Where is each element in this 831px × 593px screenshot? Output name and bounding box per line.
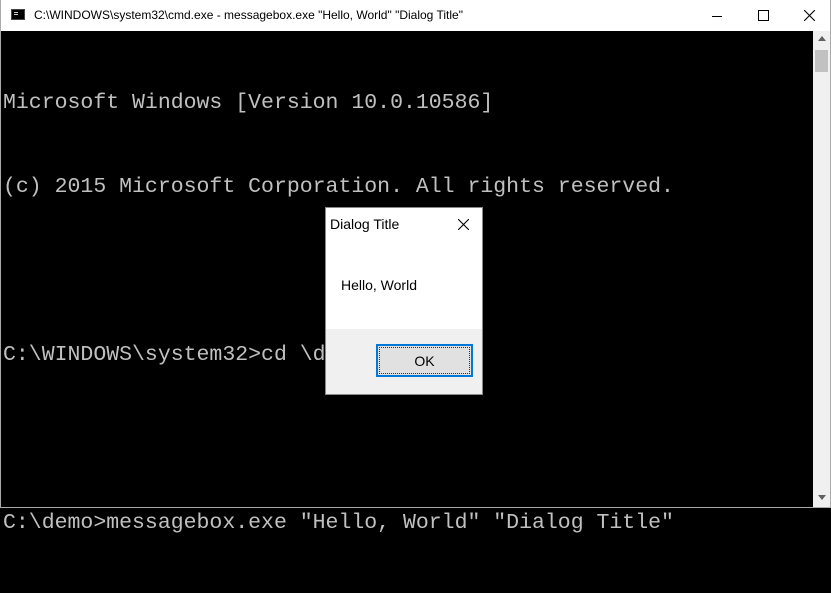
scroll-down-button[interactable] bbox=[813, 490, 830, 507]
scrollbar-thumb[interactable] bbox=[815, 50, 828, 72]
cmd-window: C:\WINDOWS\system32\cmd.exe - messagebox… bbox=[0, 0, 831, 535]
console-app-icon bbox=[11, 9, 25, 20]
dialog-title: Dialog Title bbox=[330, 216, 400, 232]
console-line: C:\demo>messagebox.exe "Hello, World" "D… bbox=[3, 511, 674, 535]
arrow-up-icon bbox=[817, 36, 826, 41]
window-title: C:\WINDOWS\system32\cmd.exe - messagebox… bbox=[34, 8, 463, 22]
dialog-close-button[interactable] bbox=[450, 212, 476, 236]
vertical-scrollbar[interactable] bbox=[813, 31, 830, 507]
console-line: Microsoft Windows [Version 10.0.10586] bbox=[3, 91, 494, 115]
scroll-up-button[interactable] bbox=[813, 31, 830, 48]
maximize-icon bbox=[757, 10, 769, 21]
close-icon bbox=[803, 10, 815, 21]
dialog-button-area: OK bbox=[326, 329, 482, 394]
close-button[interactable] bbox=[786, 0, 831, 31]
dialog-message: Hello, World bbox=[341, 277, 417, 293]
arrow-down-icon bbox=[817, 495, 826, 500]
maximize-button[interactable] bbox=[740, 0, 786, 31]
ok-button[interactable]: OK bbox=[376, 344, 473, 377]
console-line: (c) 2015 Microsoft Corporation. All righ… bbox=[3, 175, 674, 199]
title-bar[interactable]: C:\WINDOWS\system32\cmd.exe - messagebox… bbox=[1, 0, 830, 31]
minimize-button[interactable] bbox=[694, 0, 740, 31]
ok-button-label: OK bbox=[414, 352, 435, 369]
minimize-icon bbox=[712, 15, 722, 17]
message-box-dialog: Dialog Title Hello, World OK bbox=[325, 207, 483, 395]
close-icon bbox=[457, 218, 469, 230]
